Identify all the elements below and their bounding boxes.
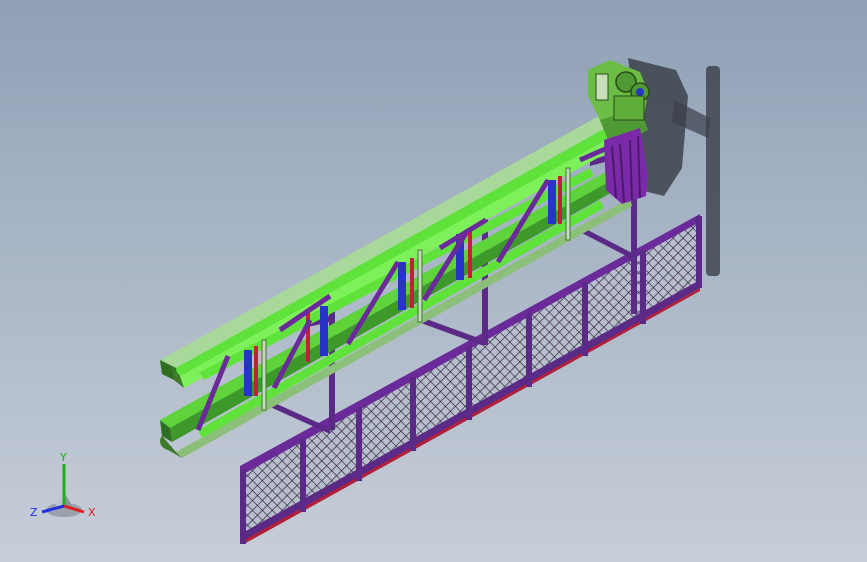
z-axis-label: Z <box>30 506 38 519</box>
orientation-triad[interactable]: Y X Z <box>22 448 112 528</box>
x-axis-label: X <box>88 506 96 519</box>
graphics-viewport[interactable]: Y X Z <box>0 0 867 562</box>
cad-model-view[interactable] <box>0 0 867 562</box>
y-axis-label: Y <box>59 451 67 464</box>
